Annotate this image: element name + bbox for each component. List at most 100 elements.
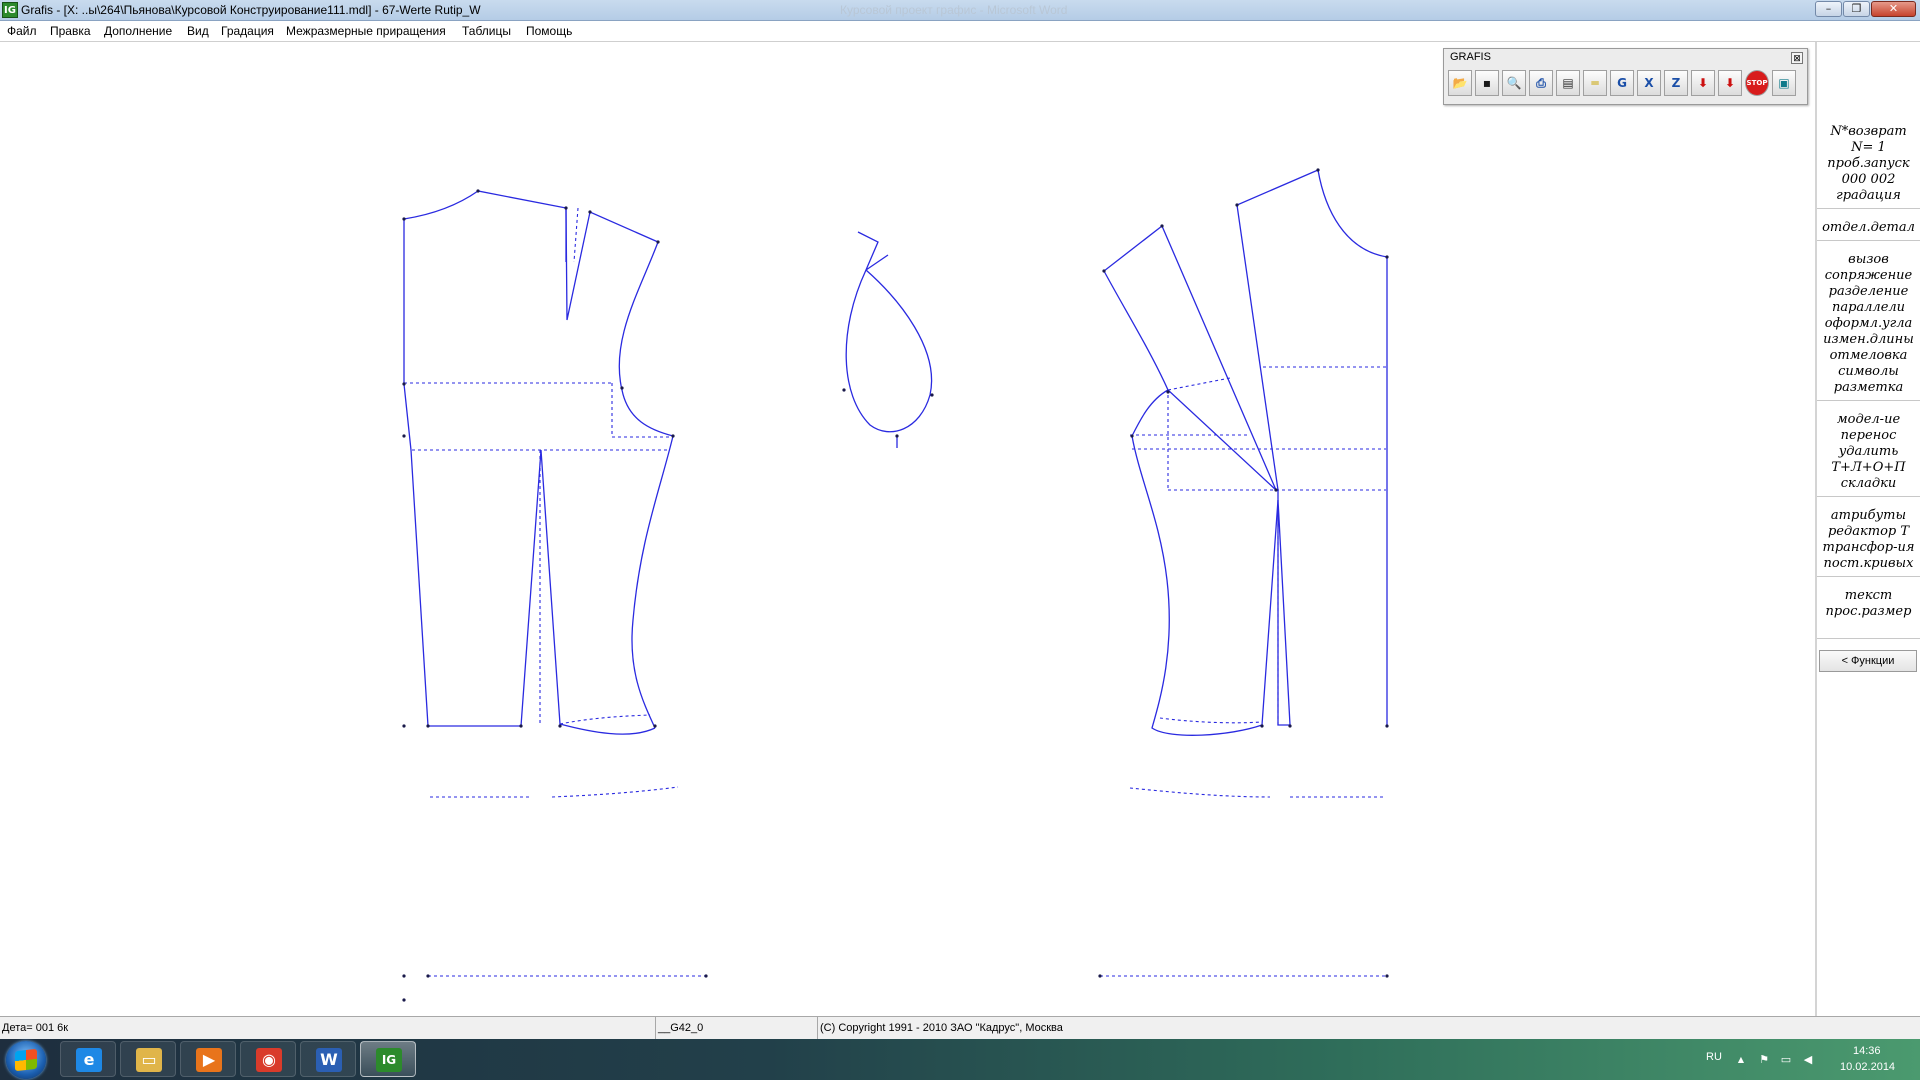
fn-delete[interactable]: удалить [1817, 444, 1920, 460]
fn-blend[interactable]: сопряжение [1817, 268, 1920, 284]
taskbar-app-button[interactable]: e [60, 1041, 116, 1077]
minimize-button[interactable]: – [1815, 1, 1842, 17]
fn-call[interactable]: вызов [1817, 252, 1920, 268]
point-back-hem-dart-r [558, 724, 562, 728]
fn-symbols[interactable]: символы [1817, 364, 1920, 380]
functions-button[interactable]: < Функции [1819, 650, 1917, 672]
fn-separator [1817, 208, 1920, 209]
fn-pleats[interactable]: складки [1817, 476, 1920, 492]
fn-text[interactable]: текст [1817, 588, 1920, 604]
restore-button[interactable]: ❐ [1843, 1, 1870, 17]
fn-separator [1817, 240, 1920, 241]
point-back-chest [402, 382, 406, 386]
point-dart-right [588, 210, 592, 214]
clock-date[interactable]: 10.02.2014 [1840, 1061, 1895, 1073]
fn-grading[interactable]: градация [1817, 188, 1920, 204]
grafis-app-icon[interactable]: IG [2, 2, 18, 18]
taskbar-app-button[interactable]: IG [360, 1041, 416, 1077]
fn-transform[interactable]: трансфор-ия [1817, 540, 1920, 556]
menu-addons[interactable]: Дополнение [104, 24, 172, 38]
network-icon[interactable]: ▭ [1779, 1054, 1793, 1066]
front-piece-side-seam [1131, 435, 1279, 736]
fn-separator [1817, 400, 1920, 401]
point-back-base-far [402, 974, 406, 978]
close-button[interactable]: ✕ [1871, 1, 1916, 17]
fn-view-size[interactable]: прос.размер [1817, 604, 1920, 620]
menu-tables[interactable]: Таблицы [462, 24, 511, 38]
start-button[interactable] [6, 1041, 46, 1079]
fn-detail-finish[interactable]: отдел.детал [1817, 220, 1920, 236]
point-front-hem-dart-l [1260, 724, 1264, 728]
point-back-neck-side [476, 189, 480, 193]
menu-size-increments[interactable]: Межразмерные приращения [286, 24, 446, 38]
language-indicator[interactable]: RU [1706, 1051, 1722, 1063]
menu-help[interactable]: Помощь [526, 24, 572, 38]
fn-tlop[interactable]: Т+Л+О+П [1817, 460, 1920, 476]
back-hem-extension-right [551, 786, 679, 798]
front-dart-guide [1167, 377, 1231, 391]
taskbar-app-button[interactable]: ▭ [120, 1041, 176, 1077]
point-armhole-b [930, 393, 934, 397]
fn-n-return[interactable]: N*возврат [1817, 124, 1920, 140]
menu-edit[interactable]: Правка [50, 24, 91, 38]
tray-expand-icon[interactable]: ▲ [1734, 1054, 1748, 1066]
zoom-magnifier-icon[interactable]: 🔍 [1502, 70, 1526, 96]
grafis-app-icon: IG [376, 1048, 402, 1072]
point-front-armhole [1166, 390, 1170, 394]
media-player-icon: ▶ [196, 1048, 222, 1072]
status-layer: __G42_0 [656, 1017, 818, 1039]
taskbar-app-button[interactable]: W [300, 1041, 356, 1077]
grafis-toolbar-close-icon[interactable]: ⊠ [1791, 52, 1803, 64]
open-folder-icon[interactable]: 📂 [1448, 70, 1472, 96]
fn-split[interactable]: разделение [1817, 284, 1920, 300]
fn-modeling[interactable]: модел-ие [1817, 412, 1920, 428]
menu-grading[interactable]: Градация [221, 24, 274, 38]
delete-x-icon[interactable]: X [1637, 70, 1661, 96]
back-piece-side-seam [631, 435, 674, 729]
grafis-toolbar[interactable]: GRAFIS ⊠ 📂 ▪ 🔍 ⎙ ▤ ═ G X Z ⬇ ⬇ STOP ▣ [1443, 48, 1808, 105]
grafis-g-icon[interactable]: G [1610, 70, 1634, 96]
taskbar-app-button[interactable]: ▶ [180, 1041, 236, 1077]
ruler-measure-icon[interactable]: ═ [1583, 70, 1607, 96]
point-front-hem-right [1385, 724, 1389, 728]
page-layout-icon[interactable]: ▤ [1556, 70, 1580, 96]
fn-change-length[interactable]: измен.длины [1817, 332, 1920, 348]
pattern-drawing [402, 168, 1389, 1002]
drawing-canvas[interactable] [0, 42, 1815, 1016]
window-title: Grafis - [X: ..ы\264\Пьянова\Курсовой Ко… [21, 3, 481, 17]
point-front-hem-dart-r [1288, 724, 1292, 728]
print-icon[interactable]: ⎙ [1529, 70, 1553, 96]
back-piece-outline [403, 190, 567, 262]
volume-muted-icon[interactable]: ◀ [1801, 1054, 1815, 1066]
fn-test-run[interactable]: проб.запуск [1817, 156, 1920, 172]
monitor-screen-icon[interactable]: ▣ [1772, 70, 1796, 96]
fn-markup[interactable]: разметка [1817, 380, 1920, 396]
file-explorer-icon: ▭ [136, 1048, 162, 1072]
menu-file[interactable]: Файл [7, 24, 37, 38]
fn-editor-t[interactable]: редактор Т [1817, 524, 1920, 540]
fn-curve-build[interactable]: пост.кривых [1817, 556, 1920, 572]
clock-time[interactable]: 14:36 [1853, 1045, 1881, 1057]
front-piece-shoulder [1236, 169, 1319, 726]
save-disk-icon[interactable]: ▪ [1475, 70, 1499, 96]
import-arrow-icon[interactable]: ⬇ [1718, 70, 1742, 96]
windows-logo-icon [15, 1048, 37, 1072]
fn-separator [1817, 576, 1920, 577]
fn-corner-design[interactable]: оформл.угла [1817, 316, 1920, 332]
fn-parallels[interactable]: параллели [1817, 300, 1920, 316]
back-piece-center-line [403, 219, 429, 727]
download-arrow-icon[interactable]: ⬇ [1691, 70, 1715, 96]
menu-view[interactable]: Вид [187, 24, 209, 38]
internet-explorer-icon: e [76, 1048, 102, 1072]
stop-sign-icon[interactable]: STOP [1745, 70, 1769, 96]
point-front-center [1385, 255, 1389, 259]
fn-attributes[interactable]: атрибуты [1817, 508, 1920, 524]
taskbar-app-button[interactable]: ◉ [240, 1041, 296, 1077]
front-piece-armhole [1131, 389, 1169, 437]
action-center-flag-icon[interactable]: ⚑ [1757, 1054, 1771, 1066]
fn-chalk-marking[interactable]: отмеловка [1817, 348, 1920, 364]
point-back-base-r [704, 974, 708, 978]
z-function-icon[interactable]: Z [1664, 70, 1688, 96]
back-piece-hem [428, 449, 656, 735]
fn-transfer[interactable]: перенос [1817, 428, 1920, 444]
